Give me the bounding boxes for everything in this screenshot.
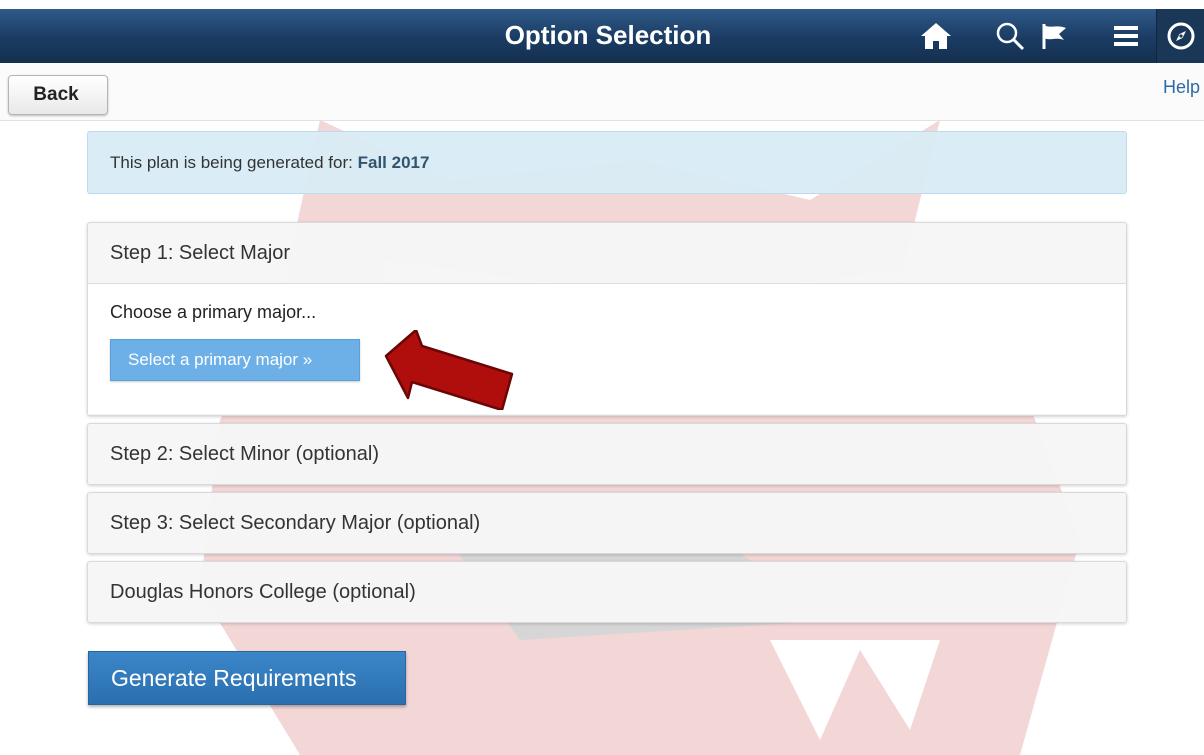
search-icon[interactable] (993, 19, 1027, 53)
home-icon[interactable] (919, 19, 953, 53)
nav-bar-compass-icon[interactable] (1156, 9, 1204, 63)
step-body: Choose a primary major... Select a prima… (88, 283, 1126, 414)
red-arrow-icon (384, 330, 514, 410)
step-header[interactable]: Step 3: Select Secondary Major (optional… (88, 493, 1126, 553)
banner-term: Fall 2017 (357, 153, 430, 172)
help-link[interactable]: Help (1163, 77, 1200, 98)
step-header[interactable]: Douglas Honors College (optional) (88, 562, 1126, 622)
flag-icon[interactable] (1037, 19, 1071, 53)
back-button[interactable]: Back (8, 75, 108, 115)
page: Option Selection Back Help This plan is … (0, 0, 1204, 755)
select-primary-major-button[interactable]: Select a primary major » (110, 339, 360, 381)
sub-header: Back Help (0, 63, 1204, 121)
generate-requirements-button[interactable]: Generate Requirements (88, 651, 406, 705)
step-select-major: Step 1: Select Major Choose a primary ma… (87, 222, 1127, 416)
step-honors-college[interactable]: Douglas Honors College (optional) (87, 561, 1127, 623)
app-header: Option Selection (0, 9, 1204, 63)
choose-major-prompt: Choose a primary major... (110, 302, 317, 322)
step-header[interactable]: Step 2: Select Minor (optional) (88, 424, 1126, 484)
menu-icon[interactable] (1109, 19, 1143, 53)
step-header[interactable]: Step 1: Select Major (88, 223, 1126, 283)
banner-text: This plan is being generated for: (110, 153, 353, 172)
step-select-secondary-major[interactable]: Step 3: Select Secondary Major (optional… (87, 492, 1127, 554)
plan-term-banner: This plan is being generated for: Fall 2… (87, 131, 1127, 194)
step-select-minor[interactable]: Step 2: Select Minor (optional) (87, 423, 1127, 485)
